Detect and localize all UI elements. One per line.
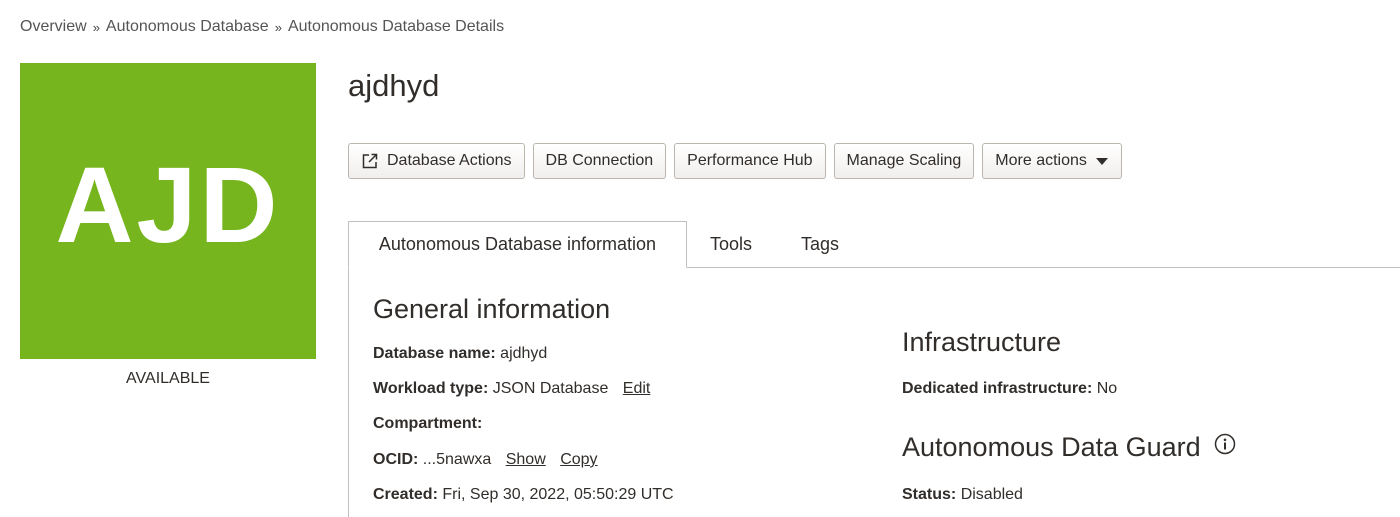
database-name-value: ajdhyd — [500, 345, 548, 362]
workload-type-label: Workload type: — [373, 380, 489, 397]
more-actions-label: More actions — [995, 152, 1087, 169]
lifecycle-status: AVAILABLE — [126, 370, 210, 387]
data-guard-title: Autonomous Data Guard — [902, 432, 1201, 462]
info-icon[interactable] — [1214, 431, 1236, 462]
ocid-label: OCID: — [373, 451, 419, 468]
breadcrumb-separator: » — [274, 19, 282, 35]
general-information-heading: General information — [373, 294, 611, 324]
database-name-label: Database name: — [373, 345, 496, 362]
ocid-row: OCID: ...5nawxa Show Copy — [373, 451, 598, 469]
tab-tags[interactable]: Tags — [801, 221, 839, 268]
edit-workload-link[interactable]: Edit — [623, 380, 651, 397]
more-actions-button[interactable]: More actions — [982, 143, 1122, 179]
db-connection-button[interactable]: DB Connection — [532, 143, 667, 179]
breadcrumb-autonomous-database[interactable]: Autonomous Database — [106, 18, 269, 36]
database-name-row: Database name: ajdhyd — [373, 345, 547, 363]
tab-panel-border — [348, 268, 349, 517]
created-label: Created: — [373, 486, 438, 503]
dedicated-infrastructure-row: Dedicated infrastructure: No — [902, 380, 1117, 398]
database-actions-button[interactable]: Database Actions — [348, 143, 525, 179]
logo-text: AJD — [55, 143, 281, 265]
resource-logo: AJD — [20, 63, 316, 359]
dedicated-infrastructure-label: Dedicated infrastructure: — [902, 380, 1093, 397]
breadcrumb-overview[interactable]: Overview — [20, 18, 87, 36]
breadcrumb-current: Autonomous Database Details — [287, 18, 505, 35]
compartment-label: Compartment: — [373, 415, 483, 432]
workload-type-row: Workload type: JSON Database Edit — [373, 380, 650, 398]
page-title: ajdhyd — [348, 68, 440, 103]
created-row: Created: Fri, Sep 30, 2022, 05:50:29 UTC — [373, 486, 674, 504]
tab-autonomous-database-information[interactable]: Autonomous Database information — [348, 221, 687, 268]
caret-down-icon — [1095, 154, 1109, 168]
performance-hub-button[interactable]: Performance Hub — [674, 143, 826, 179]
external-link-icon — [361, 152, 379, 170]
compartment-row: Compartment: — [373, 415, 482, 433]
manage-scaling-button[interactable]: Manage Scaling — [833, 143, 975, 179]
data-guard-status-label: Status: — [902, 486, 957, 503]
tab-tools[interactable]: Tools — [710, 221, 752, 268]
dedicated-infrastructure-value: No — [1096, 380, 1118, 397]
action-toolbar: Database Actions DB Connection Performan… — [348, 143, 1122, 179]
show-ocid-link[interactable]: Show — [506, 451, 546, 468]
infrastructure-heading: Infrastructure — [902, 327, 1062, 357]
data-guard-status-row: Status: Disabled — [902, 486, 1023, 504]
created-value: Fri, Sep 30, 2022, 05:50:29 UTC — [442, 486, 674, 503]
breadcrumb-separator: » — [92, 19, 100, 35]
data-guard-status-value: Disabled — [960, 486, 1023, 503]
breadcrumb: Overview » Autonomous Database » Autonom… — [20, 18, 504, 36]
database-actions-label: Database Actions — [387, 152, 512, 169]
copy-ocid-link[interactable]: Copy — [560, 451, 597, 468]
ocid-value: ...5nawxa — [422, 451, 492, 468]
workload-type-value: JSON Database — [492, 380, 609, 397]
data-guard-heading: Autonomous Data Guard — [902, 432, 1236, 464]
